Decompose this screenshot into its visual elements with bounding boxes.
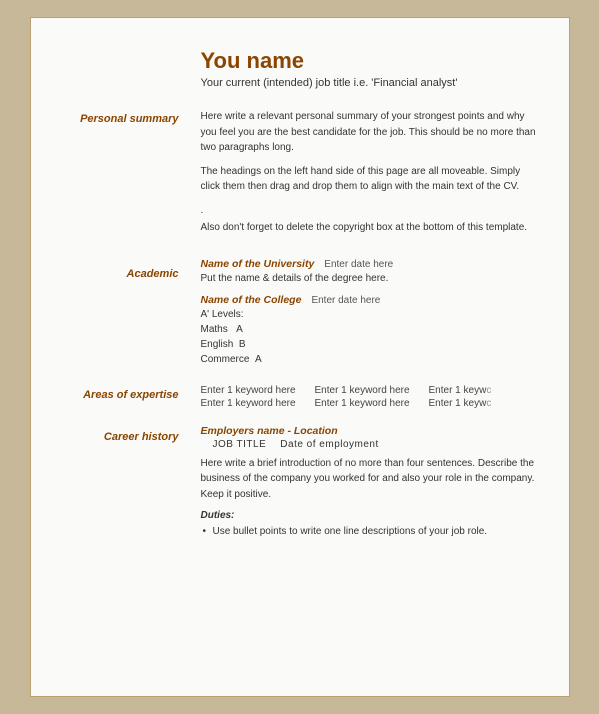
cv-page: You name Your current (intended) job tit… — [30, 17, 570, 697]
college-date: Enter date here — [311, 295, 380, 306]
career-history-label: Career history — [104, 431, 179, 443]
keyword-3: Enter 1 keyword here — [315, 385, 425, 396]
academic-label: Academic — [127, 268, 179, 280]
bullet-1: Use bullet points to write one line desc… — [201, 524, 539, 539]
college-levels-label: A' Levels: — [201, 307, 539, 322]
keyword-5: Enter 1 keywc — [429, 385, 539, 396]
college-subject-3: Commerce A — [201, 352, 539, 367]
personal-summary-para4: Also don't forget to delete the copyrigh… — [201, 220, 539, 236]
cv-name: You name — [201, 48, 539, 74]
university-detail: Put the name & details of the degree her… — [201, 271, 539, 286]
employer-name: Employers name - Location — [201, 425, 539, 437]
university-name: Name of the University — [201, 258, 315, 270]
personal-summary-para3: . — [201, 203, 539, 219]
employer-job-line: JOB TITLE Date of employment — [201, 439, 539, 450]
keyword-6: Enter 1 keywc — [429, 398, 539, 409]
college-subject-2: English B — [201, 337, 539, 352]
keywords-grid: Enter 1 keyword here Enter 1 keyword her… — [201, 385, 539, 409]
personal-summary-para1: Here write a relevant personal summary o… — [201, 109, 539, 156]
keyword-1: Enter 1 keyword here — [201, 385, 311, 396]
keyword-2: Enter 1 keyword here — [201, 398, 311, 409]
duties-label: Duties: — [201, 510, 539, 521]
college-entry: Name of the College Enter date here A' L… — [201, 294, 539, 367]
personal-summary-label: Personal summary — [80, 113, 178, 125]
college-subject-1: Maths A — [201, 322, 539, 337]
personal-summary-para2: The headings on the left hand side of th… — [201, 164, 539, 195]
employer-entry: Employers name - Location JOB TITLE Date … — [201, 425, 539, 540]
areas-expertise-label: Areas of expertise — [83, 389, 178, 401]
employer-job-title: JOB TITLE — [213, 439, 267, 450]
university-entry: Name of the University Enter date here P… — [201, 258, 539, 286]
college-name: Name of the College — [201, 294, 302, 306]
university-date: Enter date here — [324, 259, 393, 270]
cv-job-title: Your current (intended) job title i.e. '… — [201, 76, 539, 91]
employer-date: Date of employment — [280, 439, 379, 450]
keyword-4: Enter 1 keyword here — [315, 398, 425, 409]
employer-intro: Here write a brief introduction of no mo… — [201, 456, 539, 503]
